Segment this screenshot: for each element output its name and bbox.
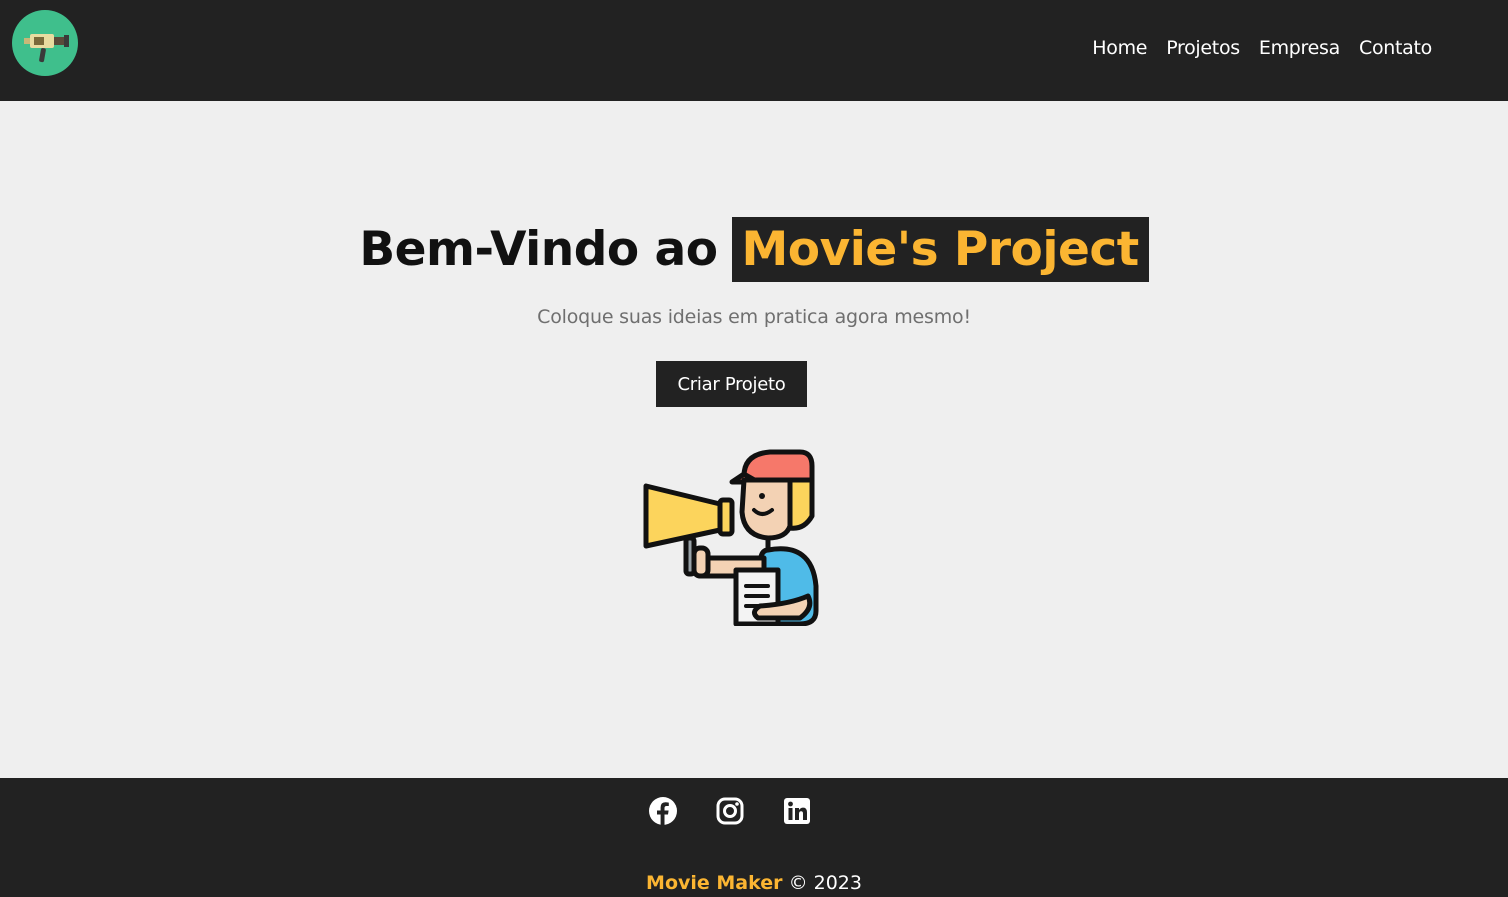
nav-item-home: Home (1092, 34, 1147, 62)
facebook-icon (649, 797, 677, 825)
copyright-year: © 2023 (788, 872, 862, 894)
linkedin-link[interactable] (782, 796, 812, 826)
instagram-icon (716, 797, 744, 825)
linkedin-icon (784, 798, 810, 824)
video-camera-icon (24, 34, 69, 63)
logo[interactable] (12, 10, 78, 76)
social-links (648, 796, 812, 826)
facebook-link[interactable] (648, 796, 678, 826)
title-highlight: Movie's Project (731, 216, 1149, 282)
instagram-link[interactable] (715, 796, 745, 826)
hero-subtitle: Coloque suas ideias em pratica agora mes… (537, 306, 971, 328)
brand-name: Movie Maker (646, 872, 783, 894)
title-prefix: Bem-Vindo ao (359, 221, 718, 277)
create-project-button[interactable]: Criar Projeto (656, 361, 807, 407)
nav-links: Home Projetos Empresa Contato (1092, 34, 1432, 62)
nav-link-home[interactable]: Home (1092, 37, 1147, 59)
footer: Movie Maker © 2023 (0, 778, 1508, 897)
navbar: Home Projetos Empresa Contato (0, 0, 1508, 101)
director-megaphone-icon (643, 449, 819, 626)
nav-link-contato[interactable]: Contato (1359, 37, 1432, 59)
nav-item-empresa: Empresa (1259, 34, 1340, 62)
nav-item-contato: Contato (1359, 34, 1432, 62)
hero-section: Bem-Vindo ao Movie's Project Coloque sua… (0, 101, 1508, 778)
page-title: Bem-Vindo ao Movie's Project (0, 216, 1508, 282)
nav-item-projetos: Projetos (1166, 34, 1240, 62)
nav-link-empresa[interactable]: Empresa (1259, 37, 1340, 59)
nav-link-projetos[interactable]: Projetos (1166, 37, 1240, 59)
copyright: Movie Maker © 2023 (0, 872, 1508, 894)
